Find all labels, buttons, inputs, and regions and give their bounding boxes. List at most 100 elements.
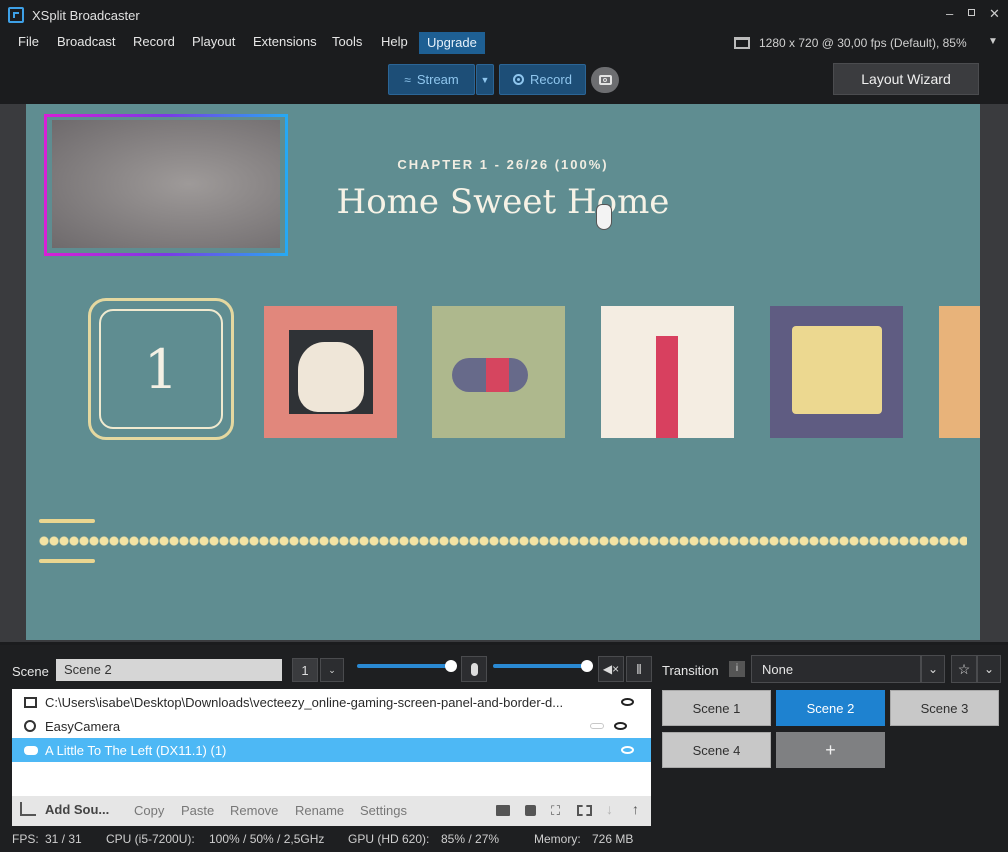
info-icon[interactable]: i — [729, 661, 745, 677]
scene-count[interactable]: 1 — [292, 658, 318, 682]
toolbar: ≈ Stream ▼ Record Layout Wizard — [0, 56, 1008, 104]
menu-extensions[interactable]: Extensions — [253, 34, 317, 49]
title-bar: XSplit Broadcaster – ✕ — [0, 0, 1008, 30]
computer-mouse-icon — [452, 358, 528, 392]
decor-line-bottom — [39, 559, 95, 563]
screenshot-button[interactable] — [591, 67, 619, 93]
settings-button[interactable]: Settings — [360, 803, 407, 818]
cpu-value: 100% / 50% / 2,5GHz — [209, 832, 325, 846]
resolution-dropdown-icon[interactable]: ▼ — [988, 36, 998, 47]
mic-slider-handle[interactable] — [445, 660, 457, 672]
menu-tools[interactable]: Tools — [332, 34, 362, 49]
close-icon[interactable]: ✕ — [989, 6, 1000, 22]
wifi-icon: ≈ — [404, 72, 411, 87]
level-progress-dots — [39, 535, 967, 547]
level-number-tile[interactable]: 1 — [88, 298, 234, 440]
resolution-display[interactable]: 1280 x 720 @ 30,00 fps (Default), 85% — [759, 36, 967, 50]
app-logo-icon — [8, 7, 24, 23]
gpu-label: GPU (HD 620): — [348, 832, 430, 846]
level-tile-mouse[interactable] — [432, 306, 565, 438]
record-button[interactable]: Record — [499, 64, 586, 95]
stream-button[interactable]: ≈ Stream — [388, 64, 475, 95]
source-row-camera[interactable]: EasyCamera — [12, 714, 651, 738]
visibility-eye-icon[interactable] — [621, 698, 634, 706]
level-title: Home Sweet Home — [336, 182, 670, 222]
level-tile-note[interactable] — [770, 306, 903, 438]
menu-playout[interactable]: Playout — [192, 34, 235, 49]
visibility-eye-icon[interactable] — [621, 746, 634, 754]
audio-mixer-icon[interactable]: ‖ — [626, 656, 652, 682]
decor-line-top — [39, 519, 95, 523]
webcam-icon — [24, 720, 36, 732]
fps-value: 31 / 31 — [45, 832, 82, 846]
favorite-star-icon[interactable]: ☆ — [951, 655, 977, 683]
scene-1-button[interactable]: Scene 1 — [662, 690, 771, 726]
layout-wizard-button[interactable]: Layout Wizard — [833, 63, 979, 95]
source-row-game[interactable]: A Little To The Left (DX11.1) (1) — [12, 738, 651, 762]
scene-4-button[interactable]: Scene 4 — [662, 732, 771, 768]
record-icon — [513, 74, 525, 85]
record-label: Record — [530, 72, 572, 87]
image-icon — [24, 696, 37, 708]
sticky-note-icon — [792, 326, 882, 414]
menu-file[interactable]: File — [18, 34, 39, 49]
mic-volume-slider[interactable] — [357, 664, 451, 668]
scene-label: Scene — [12, 664, 49, 679]
memory-value: 726 MB — [592, 832, 634, 846]
transition-value: None — [762, 662, 794, 677]
menu-upgrade[interactable]: Upgrade — [419, 32, 485, 54]
fps-label: FPS: — [12, 832, 39, 846]
remove-button[interactable]: Remove — [230, 803, 278, 818]
menu-bar: File Broadcast Record Playout Extensions… — [0, 30, 1008, 56]
maximize-icon[interactable] — [968, 9, 975, 16]
fit-screen-icon[interactable]: ⛶ — [551, 803, 560, 819]
menu-help[interactable]: Help — [381, 34, 408, 49]
add-source-icon[interactable] — [20, 802, 36, 816]
add-source-button[interactable]: Add Sou... — [45, 802, 109, 817]
cat-icon — [298, 342, 364, 412]
camera-icon — [598, 75, 612, 85]
link-icon[interactable] — [590, 723, 604, 729]
scene-3-button[interactable]: Scene 3 — [890, 690, 999, 726]
level-tile-partial[interactable] — [939, 306, 980, 438]
menu-broadcast[interactable]: Broadcast — [57, 34, 116, 49]
stream-dropdown-button[interactable]: ▼ — [476, 64, 494, 95]
preview-canvas[interactable]: CHAPTER 1 - 26/26 (100%) Home Sweet Home… — [26, 104, 980, 640]
system-slider-handle[interactable] — [581, 660, 593, 672]
stream-label: Stream — [416, 72, 459, 87]
minimize-icon[interactable]: – — [946, 6, 953, 21]
move-down-icon[interactable]: ↓ — [606, 801, 613, 817]
source-label: A Little To The Left (DX11.1) (1) — [45, 742, 227, 758]
source-label: C:\Users\isabe\Desktop\Downloads\vecteez… — [45, 694, 564, 710]
copy-button[interactable]: Copy — [134, 803, 164, 818]
menu-record[interactable]: Record — [133, 34, 175, 49]
source-row-image[interactable]: C:\Users\isabe\Desktop\Downloads\vecteez… — [12, 690, 651, 714]
star-dropdown-icon[interactable]: ⌄ — [977, 655, 1001, 683]
source-label: EasyCamera — [45, 718, 121, 734]
paste-button[interactable]: Paste — [181, 803, 214, 818]
chapter-progress: CHAPTER 1 - 26/26 (100%) — [397, 157, 609, 172]
transition-select[interactable]: None — [751, 655, 921, 683]
level-tile-pencil[interactable] — [601, 306, 734, 438]
folder-icon[interactable] — [496, 805, 510, 816]
window-title: XSplit Broadcaster — [32, 8, 140, 23]
system-volume-slider[interactable] — [493, 664, 587, 668]
scene-2-button[interactable]: Scene 2 — [776, 690, 885, 726]
add-scene-button[interactable]: + — [776, 732, 885, 768]
move-up-icon[interactable]: ↑ — [632, 801, 639, 817]
crop-icon[interactable] — [577, 805, 592, 816]
rename-button[interactable]: Rename — [295, 803, 344, 818]
pencil-icon — [656, 336, 678, 438]
transition-label: Transition — [662, 663, 719, 678]
gamepad-icon — [24, 745, 38, 755]
level-tile-cat[interactable] — [264, 306, 397, 438]
microphone-icon[interactable] — [461, 656, 487, 682]
transition-dropdown-icon[interactable]: ⌄ — [921, 655, 945, 683]
speaker-mute-icon[interactable]: ◀× — [598, 656, 624, 682]
scene-name-field[interactable]: Scene 2 — [56, 659, 282, 681]
lock-icon[interactable] — [525, 805, 536, 816]
memory-label: Memory: — [534, 832, 581, 846]
visibility-eye-icon[interactable] — [614, 722, 627, 730]
gpu-value: 85% / 27% — [441, 832, 500, 846]
scene-dropdown-icon[interactable]: ⌄ — [320, 658, 344, 682]
